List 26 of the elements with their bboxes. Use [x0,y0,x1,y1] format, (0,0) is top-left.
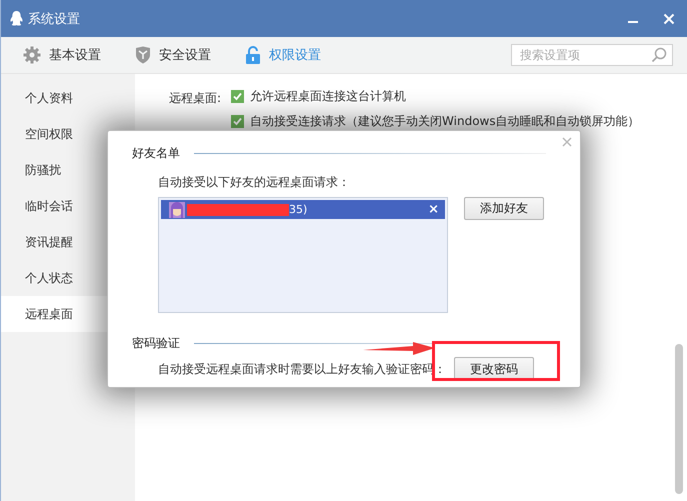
avatar-icon [169,202,185,218]
annotation-arrow [363,342,435,356]
sidebar-item[interactable]: 个人资料 [1,80,135,116]
tab[interactable]: 基本设置 [23,46,101,64]
gear-icon [23,46,41,64]
scrollbar-thumb[interactable] [675,344,683,494]
penguin-icon [9,10,24,27]
friend-name: 35) [289,203,308,216]
checkbox-label: 允许远程桌面连接这台计算机 [250,88,406,105]
window-title: 系统设置 [28,10,80,28]
remove-button[interactable]: × [428,202,439,217]
search-field[interactable]: 搜索设置项 [511,44,673,66]
section-title: 密码验证 [132,335,180,352]
setting-label: 远程桌面: [169,90,222,107]
instruction-text: 自动接受以下好友的远程桌面请求： [158,174,351,191]
friend-item[interactable]: 35) × [161,200,445,219]
add-friend-button[interactable]: 添加好友 [464,197,544,220]
search-icon [651,47,667,63]
checkbox[interactable] [231,90,244,103]
tab[interactable]: 安全设置 [135,46,211,64]
checkbox-label: 自动接受连接请求（建议您手动关闭Windows自动睡眠和自动锁屏功能） [250,113,640,130]
lock-icon [245,46,261,64]
shield-icon [135,46,151,64]
section-title: 好友名单 [132,145,180,162]
checkbox[interactable] [231,115,244,128]
close-icon[interactable] [562,137,572,147]
